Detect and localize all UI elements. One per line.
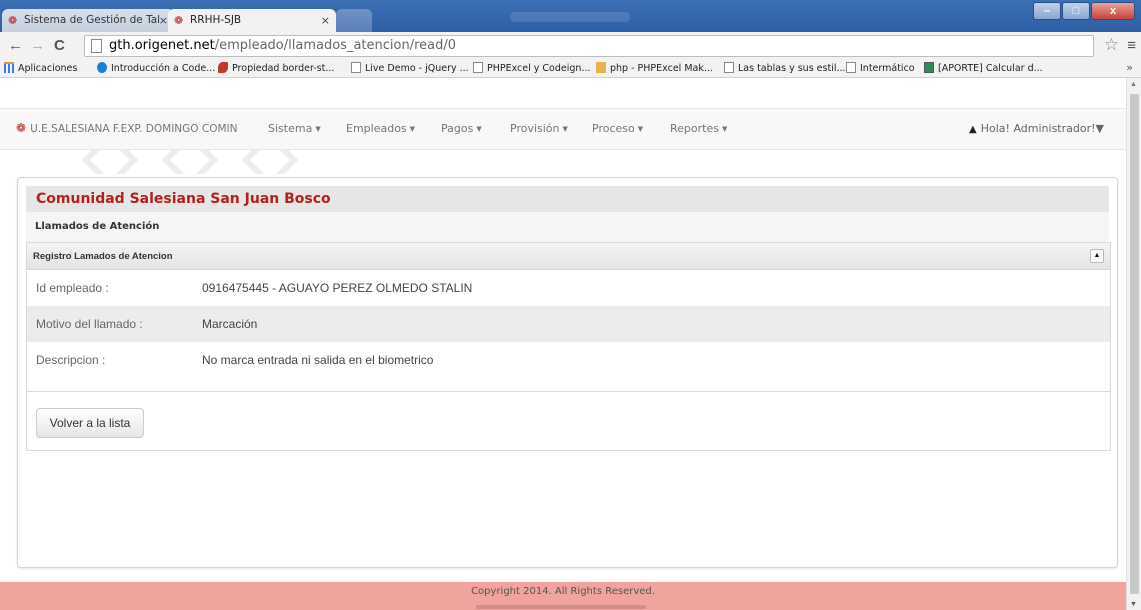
- field-value: Marcación: [202, 317, 258, 331]
- scroll-up-icon[interactable]: ▲: [1130, 81, 1137, 88]
- scrollbar-thumb[interactable]: [1130, 94, 1139, 594]
- nav-reportes[interactable]: Reportes ▼: [670, 122, 727, 135]
- codeigniter-icon: [97, 62, 107, 73]
- record-box-title: Registro Lamados de Atencion: [33, 251, 173, 262]
- user-menu[interactable]: ▲ Hola! Administrador!▼: [969, 122, 1104, 135]
- more-bookmarks-icon[interactable]: »: [1126, 61, 1133, 74]
- divider: [27, 391, 1110, 392]
- page-footer: Copyright 2014. All Rights Reserved.: [0, 582, 1126, 610]
- stackoverflow-icon: [596, 62, 606, 73]
- url-path: /empleado/llamados_atencion/read/0: [214, 38, 456, 53]
- address-bar[interactable]: gth.origenet.net/empleado/llamados_atenc…: [84, 35, 1094, 57]
- salesian-logo-icon: ❁: [174, 14, 184, 27]
- tab-title: Sistema de Gestión de Tal: [24, 14, 161, 26]
- window-controls: – □ x: [1032, 2, 1135, 20]
- nav-empleados[interactable]: Empleados ▼: [346, 122, 415, 135]
- collapse-icon[interactable]: ▲: [1090, 249, 1104, 263]
- close-tab-icon[interactable]: ×: [321, 9, 330, 32]
- back-arrow-icon[interactable]: ←: [8, 36, 23, 56]
- page-title: Comunidad Salesiana San Juan Bosco: [36, 191, 331, 207]
- apps-icon: [4, 62, 14, 73]
- bookmark-item[interactable]: Aplicaciones: [4, 62, 77, 76]
- close-tab-icon[interactable]: ×: [159, 9, 168, 32]
- salesian-logo-icon: ❁: [8, 14, 18, 27]
- field-label: Motivo del llamado :: [36, 317, 143, 331]
- field-value: No marca entrada ni salida en el biometr…: [202, 353, 434, 367]
- nav-proceso[interactable]: Proceso ▼: [592, 122, 643, 135]
- bookmark-item[interactable]: Live Demo - jQuery ...: [351, 62, 469, 76]
- field-label: Descripcion :: [36, 353, 106, 367]
- detail-row: Id empleado : 0916475445 - AGUAYO PEREZ …: [27, 270, 1110, 306]
- caret-down-icon: ▼: [562, 125, 568, 133]
- bookmark-item[interactable]: Las tablas y sus estil...: [724, 62, 846, 76]
- forward-arrow-icon[interactable]: →: [30, 36, 45, 56]
- browser-tab-1[interactable]: ❁ Sistema de Gestión de Tal ×: [2, 9, 174, 32]
- caret-down-icon: ▼: [409, 125, 416, 133]
- page-icon: [473, 62, 483, 73]
- css-icon: [218, 62, 228, 73]
- back-to-list-button[interactable]: Volver a la lista: [36, 408, 144, 438]
- caret-down-icon: ▼: [721, 125, 728, 133]
- page-icon: [351, 62, 361, 73]
- top-navbar: ❁ U.E.SALESIANA F.EXP. DOMINGO COMIN Sist…: [0, 108, 1126, 150]
- page-icon: [724, 62, 734, 73]
- new-tab-button[interactable]: [336, 9, 372, 32]
- reload-icon[interactable]: C: [54, 36, 65, 56]
- salesian-logo-icon: ❁: [16, 121, 27, 135]
- record-box-header: Registro Lamados de Atencion ▲: [27, 243, 1110, 270]
- browser-tab-2[interactable]: ❁ RRHH-SJB ×: [168, 9, 336, 32]
- nav-sistema[interactable]: Sistema ▼: [268, 122, 321, 135]
- record-box: Registro Lamados de Atencion ▲ Id emplea…: [26, 242, 1111, 451]
- detail-row: Motivo del llamado : Marcación: [27, 306, 1110, 342]
- caret-down-icon: ▼: [637, 125, 644, 133]
- menu-icon[interactable]: ≡: [1127, 37, 1136, 54]
- caret-down-icon: ▼: [476, 125, 482, 133]
- nav-provision[interactable]: Provisión ▼: [510, 122, 568, 135]
- url-host: gth.origenet.net: [109, 38, 215, 53]
- page-scrollbar[interactable]: ▲ ▼: [1126, 78, 1141, 610]
- panel-header: Comunidad Salesiana San Juan Bosco: [26, 186, 1109, 212]
- bookmark-item[interactable]: PHPExcel y Codeign...: [473, 62, 591, 76]
- page-icon: [91, 39, 102, 53]
- copyright-text: Copyright 2014. All Rights Reserved.: [471, 586, 655, 597]
- field-value: 0916475445 - AGUAYO PEREZ OLMEDO STALIN: [202, 281, 473, 295]
- caret-down-icon: ▼: [315, 125, 321, 133]
- bookmark-star-icon[interactable]: ☆: [1104, 35, 1119, 55]
- scroll-down-icon[interactable]: ▼: [1130, 601, 1137, 608]
- page-icon: [846, 62, 856, 73]
- maximize-button[interactable]: □: [1062, 2, 1090, 20]
- browser-toolbar: ← → C gth.origenet.net/empleado/llamados…: [0, 32, 1141, 60]
- browser-titlebar: ❁ Sistema de Gestión de Tal × ❁ RRHH-SJB…: [0, 0, 1141, 32]
- main-panel: Comunidad Salesiana San Juan Bosco Llama…: [17, 177, 1118, 568]
- bookmark-item[interactable]: php - PHPExcel Mak...: [596, 62, 713, 76]
- caret-down-icon: ▼: [1095, 122, 1104, 135]
- close-window-button[interactable]: x: [1091, 2, 1135, 20]
- bookmark-item[interactable]: Propiedad border-st...: [218, 62, 334, 76]
- footer-credit-line: [476, 605, 646, 609]
- minimize-button[interactable]: –: [1033, 2, 1061, 20]
- nav-pagos[interactable]: Pagos ▼: [441, 122, 482, 135]
- bookmark-item[interactable]: Introducción a Code...: [97, 62, 215, 76]
- section-title: Llamados de Atención: [35, 221, 160, 232]
- background-watermark: [80, 150, 330, 174]
- tab-title: RRHH-SJB: [190, 14, 242, 26]
- field-label: Id empleado :: [36, 281, 109, 295]
- brand-link[interactable]: ❁ U.E.SALESIANA F.EXP. DOMINGO COMIN: [16, 121, 238, 135]
- forum-icon: [924, 62, 934, 73]
- bookmark-item[interactable]: Intermático: [846, 62, 915, 76]
- user-icon: ▲: [969, 124, 977, 135]
- bookmark-item[interactable]: [APORTE] Calcular d...: [924, 62, 1043, 76]
- panel-subheader: Llamados de Atención: [26, 212, 1109, 242]
- bookmarks-bar: Aplicaciones Introducción a Code... Prop…: [0, 60, 1141, 78]
- window-title: [510, 12, 630, 22]
- detail-row: Descripcion : No marca entrada ni salida…: [27, 342, 1110, 378]
